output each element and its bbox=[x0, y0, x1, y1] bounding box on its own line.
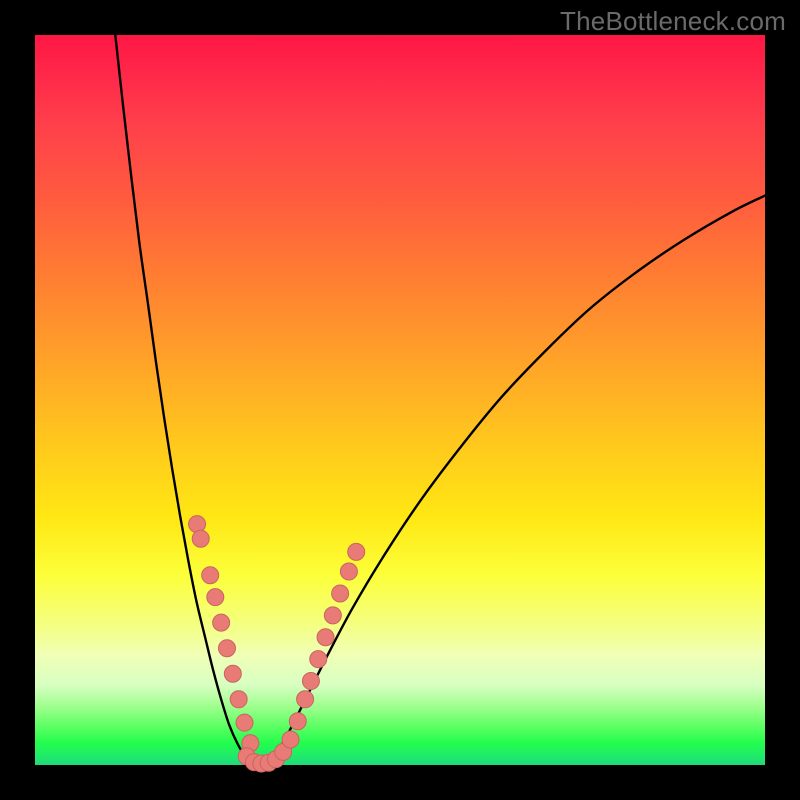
data-point bbox=[297, 691, 314, 708]
data-point bbox=[207, 589, 224, 606]
data-point bbox=[192, 530, 209, 547]
data-point bbox=[282, 731, 299, 748]
data-point bbox=[317, 629, 334, 646]
data-point bbox=[332, 585, 349, 602]
data-point bbox=[230, 691, 247, 708]
data-point bbox=[218, 640, 235, 657]
data-point bbox=[340, 563, 357, 580]
left-curve bbox=[115, 35, 259, 765]
data-point bbox=[310, 651, 327, 668]
plot-area bbox=[35, 35, 765, 765]
data-point bbox=[202, 567, 219, 584]
right-curve bbox=[259, 196, 765, 765]
chart-svg bbox=[35, 35, 765, 765]
data-point bbox=[324, 607, 341, 624]
chart-frame: TheBottleneck.com bbox=[0, 0, 800, 800]
watermark-text: TheBottleneck.com bbox=[560, 6, 786, 37]
scatter-dots bbox=[189, 516, 365, 772]
data-point bbox=[289, 713, 306, 730]
data-point bbox=[348, 543, 365, 560]
data-point bbox=[213, 614, 230, 631]
data-point bbox=[302, 673, 319, 690]
data-point bbox=[224, 665, 241, 682]
data-point bbox=[236, 714, 253, 731]
